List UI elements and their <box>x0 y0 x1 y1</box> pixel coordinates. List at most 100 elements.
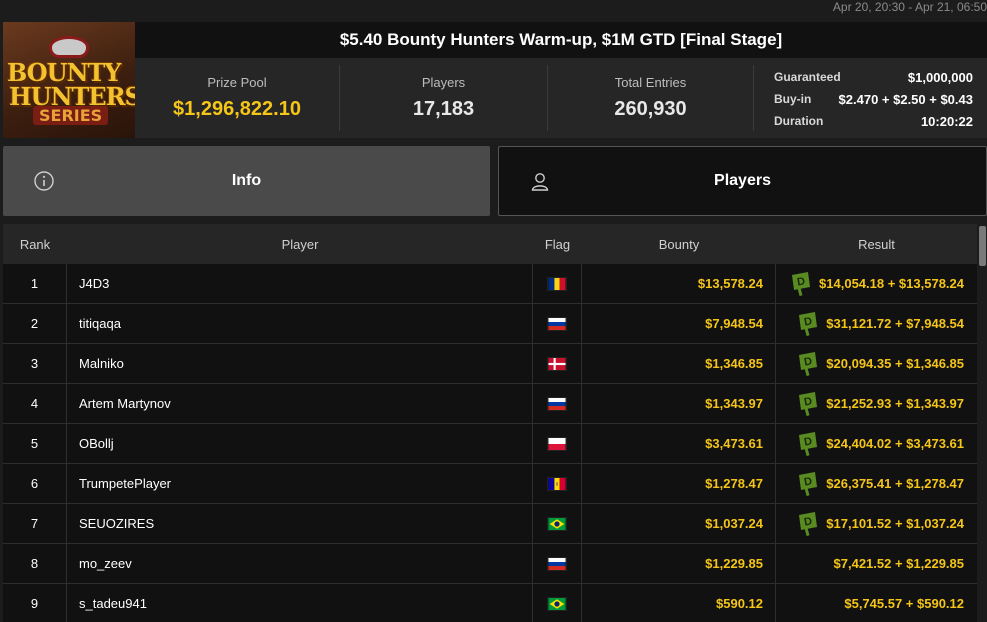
column-header-result[interactable]: Result <box>776 237 977 252</box>
player-name-cell[interactable]: titiqaqa <box>67 303 533 344</box>
players-label: Players <box>421 75 466 90</box>
flag-cell <box>533 263 582 304</box>
result-cell: D $26,375.41 + $1,278.47 <box>776 464 977 504</box>
player-name-cell[interactable]: s_tadeu941 <box>67 583 533 622</box>
bounty-cell: $1,343.97 <box>582 383 776 424</box>
table-body: 1 J4D3 $13,578.24 D $14,054.18 + $13,578.24 2… <box>3 263 977 622</box>
table-row[interactable]: 1 J4D3 $13,578.24 D $14,054.18 + $13,578.24 <box>3 263 977 304</box>
total-entries-value: 260,930 <box>614 98 687 120</box>
russia-flag-icon <box>547 396 567 411</box>
result-value: $24,404.02 + $3,473.61 <box>826 436 964 451</box>
result-value: $14,054.18 + $13,578.24 <box>819 276 964 291</box>
result-cell: D $17,101.52 + $1,037.24 <box>776 504 977 544</box>
rank-cell: 3 <box>3 343 67 384</box>
player-name-cell[interactable]: mo_zeev <box>67 543 533 584</box>
column-header-flag[interactable]: Flag <box>533 237 582 252</box>
table-row[interactable]: 8 mo_zeev $1,229.85 $7,421.52 + $1,229.85 <box>3 543 977 584</box>
flag-cell <box>533 583 582 622</box>
result-cell: D $31,121.72 + $7,948.54 <box>776 304 977 344</box>
result-cell: D $21,252.93 + $1,343.97 <box>776 384 977 424</box>
player-name-cell[interactable]: Artem Martynov <box>67 383 533 424</box>
flag-cell <box>533 423 582 464</box>
prize-pool-value: $1,296,822.10 <box>173 98 301 120</box>
column-header-bounty[interactable]: Bounty <box>582 237 776 252</box>
rank-cell: 7 <box>3 503 67 544</box>
ticket-icon: D <box>796 311 818 336</box>
info-circle-icon <box>34 171 54 191</box>
tab-players[interactable]: Players <box>498 146 987 216</box>
prize-pool-stat: Prize Pool $1,296,822.10 <box>135 58 339 138</box>
bounty-cell: $1,346.85 <box>582 343 776 384</box>
tournament-details: Guaranteed $1,000,000 Buy-in $2.470 + $2.5… <box>754 58 987 138</box>
result-value: $26,375.41 + $1,278.47 <box>826 476 964 491</box>
flag-cell <box>533 383 582 424</box>
flag-cell <box>533 503 582 544</box>
table-row[interactable]: 6 TrumpetePlayer $1,278.47 D $26,375.41 + $1… <box>3 463 977 504</box>
flag-cell <box>533 463 582 504</box>
rank-cell: 9 <box>3 583 67 622</box>
players-stat: Players 17,183 <box>340 58 547 138</box>
guaranteed-value: $1,000,000 <box>907 69 973 85</box>
duration-label: Duration <box>774 114 824 128</box>
table-row[interactable]: 3 Malniko $1,346.85 D $20,094.35 + $1,346.85 <box>3 343 977 384</box>
bounty-cell: $1,278.47 <box>582 463 776 504</box>
total-entries-stat: Total Entries 260,930 <box>548 58 753 138</box>
player-name-cell[interactable]: TrumpetePlayer <box>67 463 533 504</box>
column-header-rank[interactable]: Rank <box>3 237 67 252</box>
rank-cell: 2 <box>3 303 67 344</box>
table-row[interactable]: 5 OBollj $3,473.61 D $24,404.02 + $3,473.61 <box>3 423 977 464</box>
buyin-value: $2.470 + $2.50 + $0.43 <box>838 91 973 107</box>
scrollbar[interactable] <box>977 224 987 622</box>
players-value: 17,183 <box>412 98 475 120</box>
table-header: Rank Player Flag Bounty Result <box>3 224 977 264</box>
table-row[interactable]: 4 Artem Martynov $1,343.97 D $21,252.93 + $1… <box>3 383 977 424</box>
result-value: $7,421.52 + $1,229.85 <box>833 556 964 571</box>
result-cell: $7,421.52 + $1,229.85 <box>776 544 977 584</box>
flag-cell <box>533 303 582 344</box>
player-name-cell[interactable]: SEUOZIRES <box>67 503 533 544</box>
rank-cell: 4 <box>3 383 67 424</box>
table-row[interactable]: 2 titiqaqa $7,948.54 D $31,121.72 + $7,948.5… <box>3 303 977 344</box>
rank-cell: 6 <box>3 463 67 504</box>
player-name-cell[interactable]: OBollj <box>67 423 533 464</box>
tab-bar: Info Players <box>3 146 987 216</box>
result-value: $5,745.57 + $590.12 <box>844 596 964 611</box>
result-cell: D $24,404.02 + $3,473.61 <box>776 424 977 464</box>
flag-cell <box>533 343 582 384</box>
bounty-cell: $590.12 <box>582 583 776 622</box>
ticket-icon: D <box>796 391 818 416</box>
andorra-flag-icon <box>547 476 567 491</box>
tab-info[interactable]: Info <box>3 146 490 216</box>
result-cell: D $14,054.18 + $13,578.24 <box>776 264 977 304</box>
bounty-hunters-logo: BOUNTY HUNTERS SERIES <box>3 22 135 138</box>
ticket-icon: D <box>796 431 818 456</box>
player-name-cell[interactable]: Malniko <box>67 343 533 384</box>
column-header-player[interactable]: Player <box>67 237 533 252</box>
tab-players-label: Players <box>714 172 771 189</box>
table-row[interactable]: 7 SEUOZIRES $1,037.24 D $17,101.52 + $1,037.… <box>3 503 977 544</box>
result-cell: $5,745.57 + $590.12 <box>776 584 977 622</box>
ticket-icon: D <box>796 471 818 496</box>
ticket-icon: D <box>789 271 811 296</box>
romania-flag-icon <box>547 276 567 291</box>
stats-bar: Prize Pool $1,296,822.10 Players 17,183 … <box>135 58 987 138</box>
bounty-cell: $7,948.54 <box>582 303 776 344</box>
table-row[interactable]: 9 s_tadeu941 $590.12 $5,745.57 + $590.12 <box>3 583 977 622</box>
player-name-cell[interactable]: J4D3 <box>67 263 533 304</box>
ticket-icon: D <box>796 351 818 376</box>
poland-flag-icon <box>547 436 567 451</box>
tab-info-label: Info <box>231 172 262 189</box>
rank-cell: 8 <box>3 543 67 584</box>
scrollbar-thumb[interactable] <box>979 226 986 266</box>
tournament-header: BOUNTY HUNTERS SERIES $5.40 Bounty Hunte… <box>3 22 987 138</box>
denmark-flag-icon <box>547 356 567 371</box>
user-icon <box>531 173 549 191</box>
guaranteed-label: Guaranteed <box>774 70 841 84</box>
bounty-cell: $13,578.24 <box>582 263 776 304</box>
result-value: $20,094.35 + $1,346.85 <box>826 356 964 371</box>
results-table: Rank Player Flag Bounty Result 1 J4D3 $13,… <box>3 224 977 622</box>
total-entries-label: Total Entries <box>614 75 687 90</box>
flag-cell <box>533 543 582 584</box>
bounty-cell: $1,229.85 <box>582 543 776 584</box>
result-value: $31,121.72 + $7,948.54 <box>826 316 964 331</box>
